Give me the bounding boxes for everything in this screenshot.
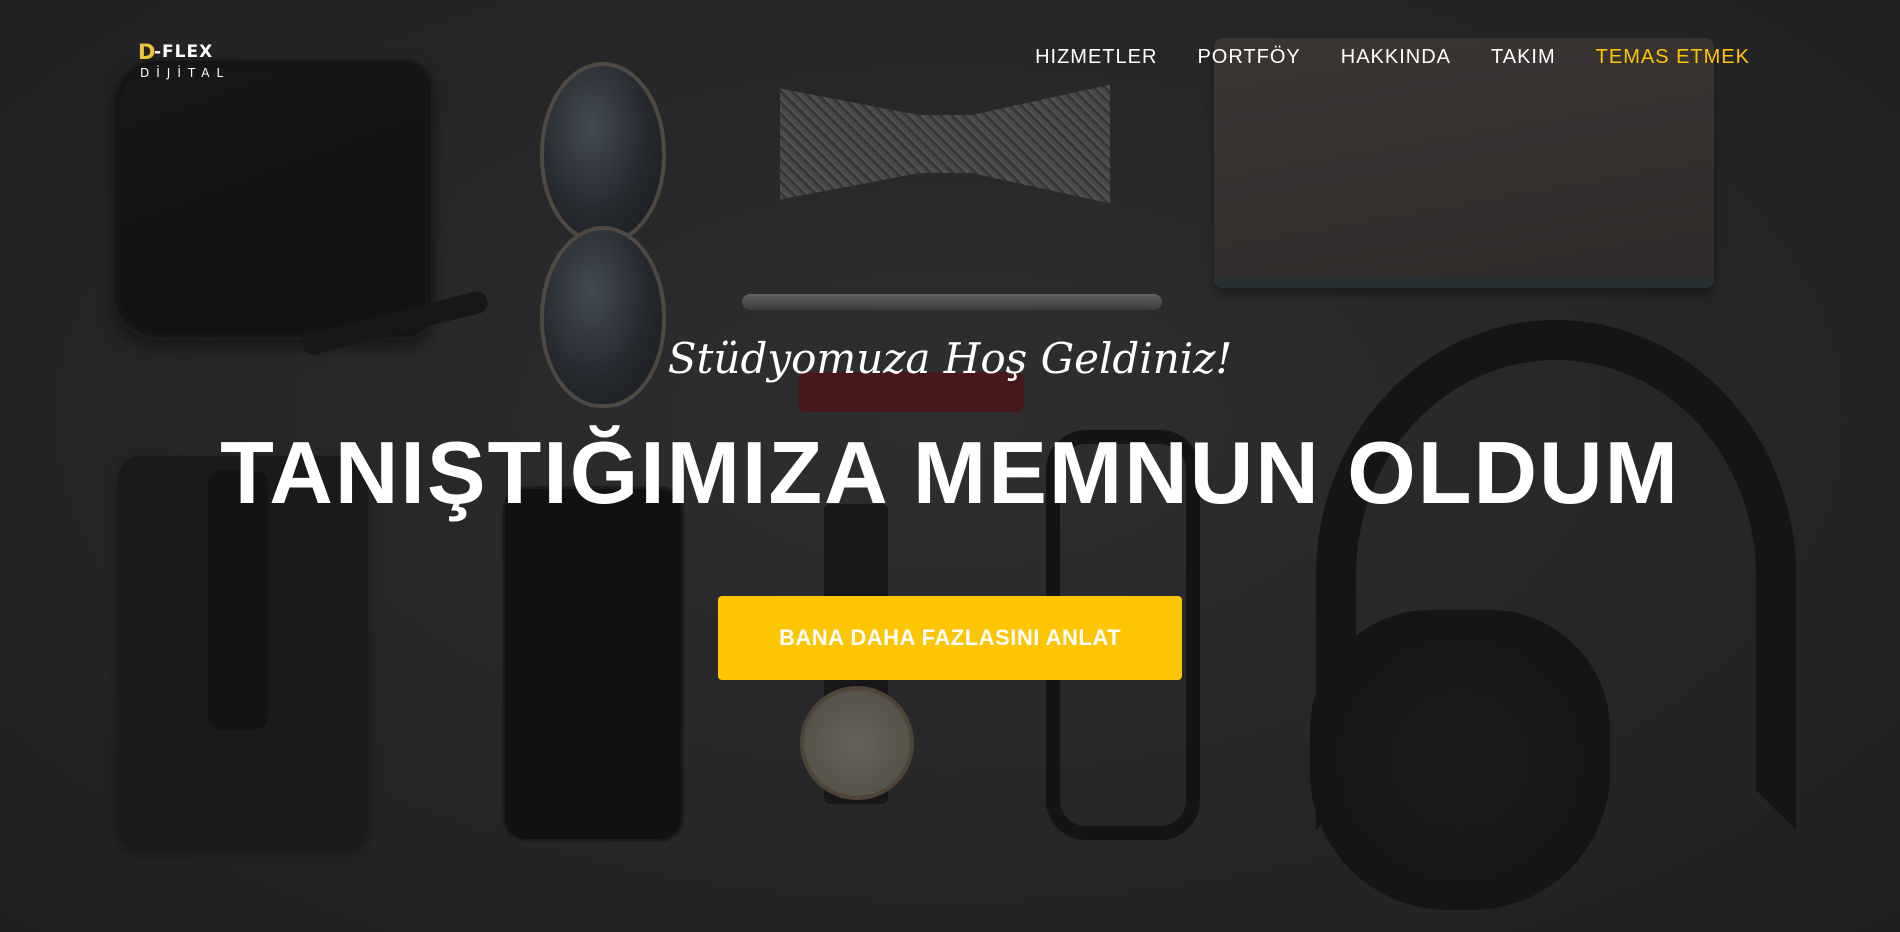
nav-item-takim[interactable]: TAKIM — [1491, 46, 1556, 69]
brand-logo[interactable]: D -FLEX DİJİTAL — [138, 40, 238, 80]
hero-subtitle: Stüdyomuza Hoş Geldiniz! — [667, 334, 1233, 383]
nav-item-hakkinda[interactable]: HAKKINDA — [1341, 46, 1451, 69]
logo-wordmark: -FLEX — [154, 42, 214, 62]
main-navbar: D -FLEX DİJİTAL HIZMETLER PORTFÖY HAKKIN… — [0, 0, 1900, 118]
nav-menu: HIZMETLER PORTFÖY HAKKINDA TAKIM TEMAS E… — [1035, 46, 1750, 69]
logo-tagline: DİJİTAL — [140, 66, 231, 80]
hero-headline: TANIŞTIĞIMIZA MEMNUN OLDUM — [220, 423, 1680, 522]
nav-item-temas-etmek[interactable]: TEMAS ETMEK — [1596, 46, 1750, 69]
tell-me-more-button[interactable]: BANA DAHA FAZLASINI ANLAT — [718, 596, 1182, 680]
hero-section: D -FLEX DİJİTAL HIZMETLER PORTFÖY HAKKIN… — [0, 0, 1900, 932]
nav-item-portfoy[interactable]: PORTFÖY — [1197, 46, 1300, 69]
nav-item-hizmetler[interactable]: HIZMETLER — [1035, 46, 1157, 69]
